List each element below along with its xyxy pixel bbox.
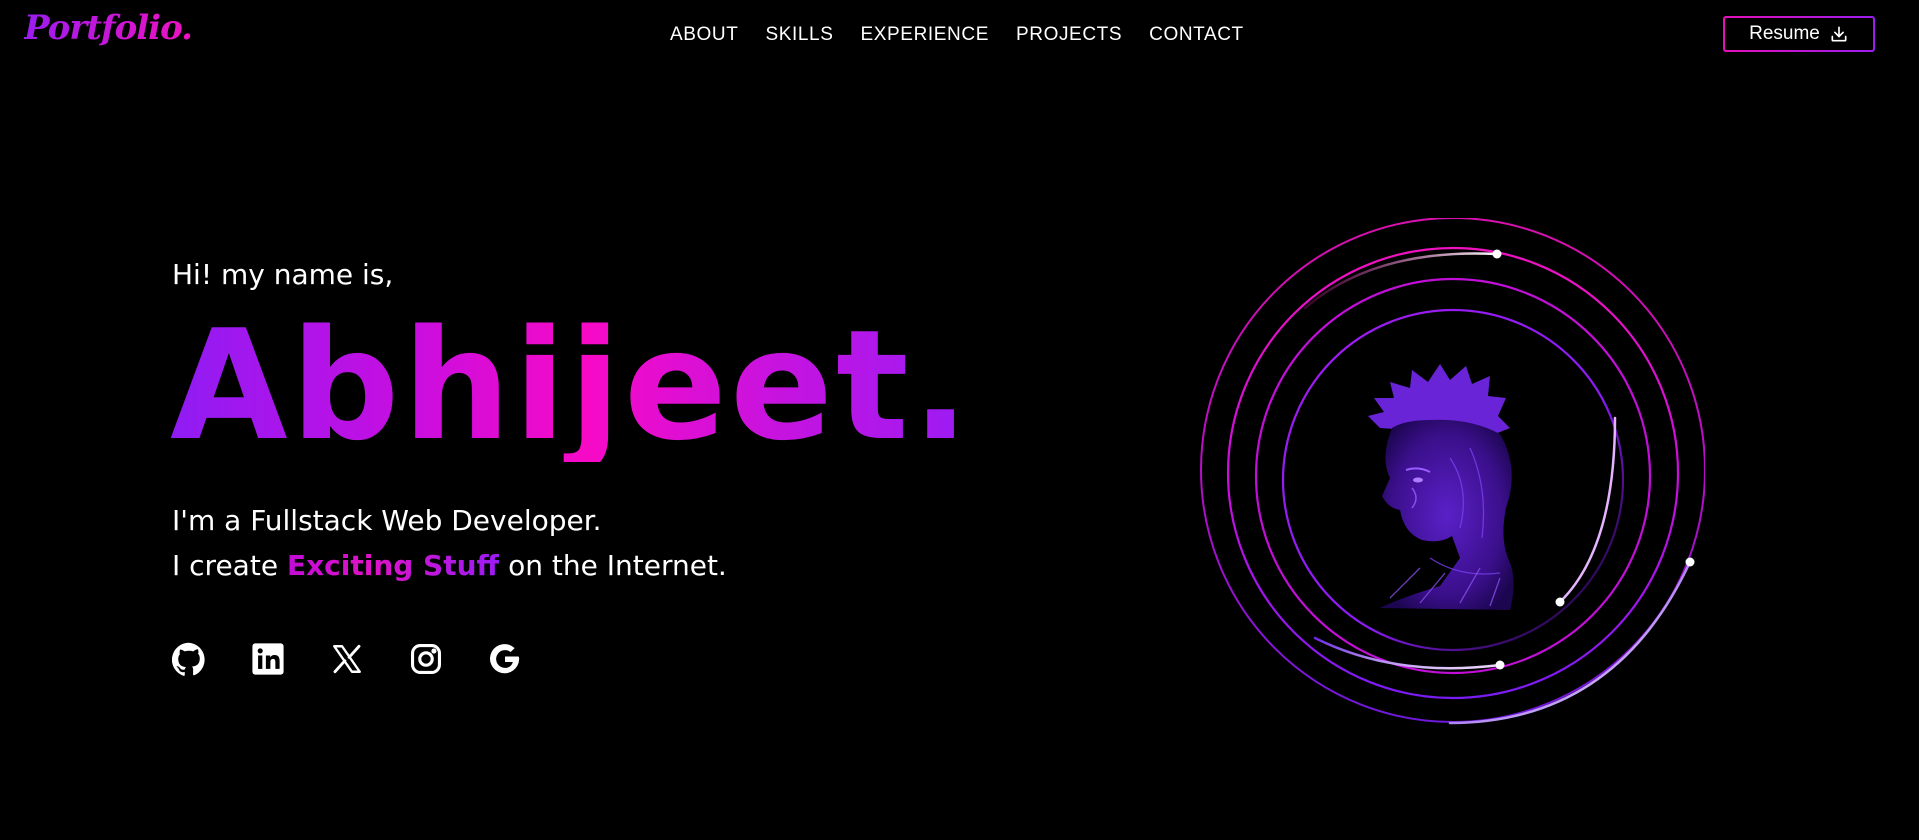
orbit-arc-top — [1303, 252, 1499, 310]
hero-name: Abhijeet. — [170, 297, 973, 474]
social-links — [172, 642, 522, 676]
download-icon — [1831, 26, 1847, 42]
resume-label: Resume — [1749, 23, 1820, 44]
instagram-icon[interactable] — [409, 642, 443, 676]
logo[interactable]: Portfolio. — [24, 8, 193, 48]
avatar-illustration — [1200, 218, 1705, 725]
orbit-dot-top — [1492, 249, 1502, 259]
linkedin-icon[interactable] — [251, 642, 285, 676]
nav-link-about[interactable]: ABOUT — [670, 24, 738, 46]
nav-link-experience[interactable]: EXPERIENCE — [860, 24, 988, 46]
google-icon[interactable] — [488, 642, 522, 676]
greeting-text: Hi! my name is, — [172, 258, 394, 291]
resume-button[interactable]: Resume — [1723, 16, 1875, 52]
nav-link-contact[interactable]: CONTACT — [1149, 24, 1244, 46]
orbit-arc-right-inner — [1558, 416, 1617, 604]
orbit-dot-bottom — [1495, 660, 1505, 670]
tagline-text: I create Exciting Stuff on the Internet. — [172, 549, 727, 582]
tagline-highlight: Exciting Stuff — [286, 549, 500, 582]
x-icon[interactable] — [330, 642, 364, 676]
orbit-arc-bottom — [1313, 636, 1502, 670]
github-icon[interactable] — [172, 642, 206, 676]
portfolio-page: Portfolio. ABOUT SKILLS EXPERIENCE PROJE… — [0, 0, 1919, 840]
role-text: I'm a Fullstack Web Developer. — [172, 504, 602, 537]
main-nav: ABOUT SKILLS EXPERIENCE PROJECTS CONTACT — [670, 24, 1244, 46]
nav-link-projects[interactable]: PROJECTS — [1016, 24, 1122, 46]
orbit-dot-right-inner — [1555, 597, 1565, 607]
orbit-dot-right-outer — [1685, 557, 1695, 567]
tagline-suffix: on the Internet. — [499, 549, 727, 582]
tagline-prefix: I create — [172, 549, 287, 582]
nav-link-skills[interactable]: SKILLS — [765, 24, 833, 46]
avatar-head — [1368, 364, 1514, 610]
